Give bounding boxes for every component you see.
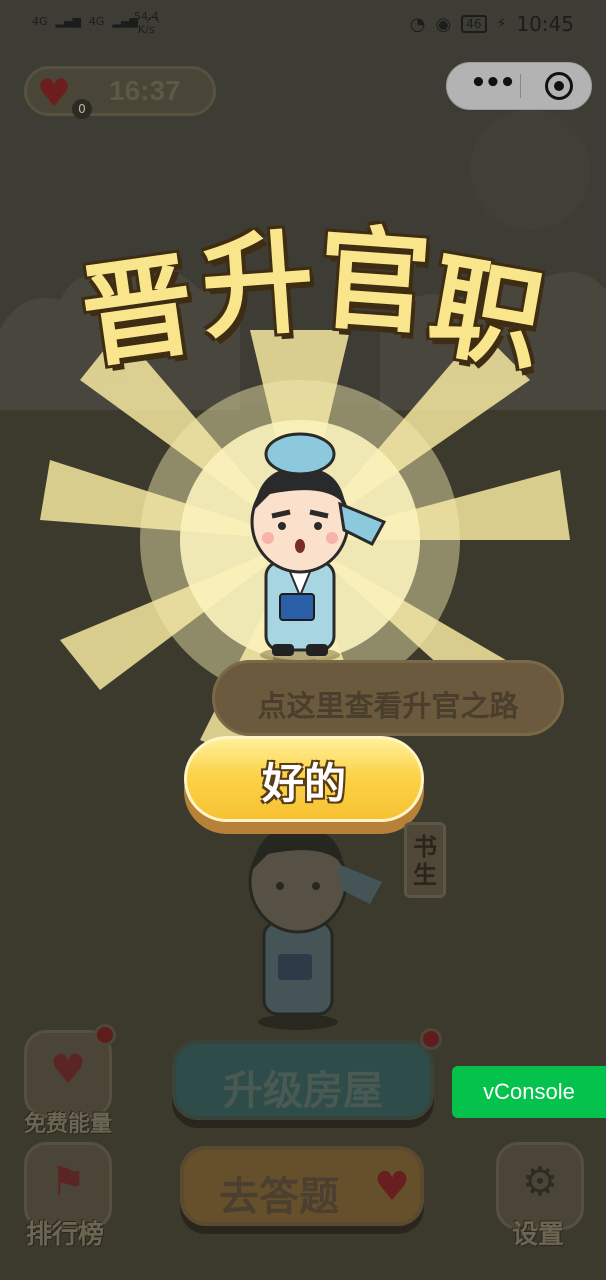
upgrade-house-label: 升级房屋 [223,1068,383,1114]
speed-unit: K/s [137,23,155,36]
notification-dot [420,1028,442,1050]
banner-icon: ⚑ [50,1159,86,1205]
leaderboard-label: 排行榜 [26,1220,105,1250]
energy-bag-icon: ♥ [50,1047,86,1093]
battery-indicator: 46 [461,15,487,33]
promotion-path-hint[interactable]: 点这里查看升官之路 [212,660,564,736]
network-indicator-1: 4G [32,15,48,28]
network-indicator-2: 4G [88,15,105,28]
title-char: 晋 [73,239,203,385]
heart-icon: ♥ [37,71,72,115]
energy-timer: 16:37 [109,75,181,106]
status-bar: 4G ▂▄▆ 4G ▂▄▆ ◠ 54.4 K/s ◔ ◉ 46 ⚡ 10:45 [0,0,606,50]
quiz-label: 去答题 [219,1174,339,1220]
upgrade-house-button[interactable]: 升级房屋 [172,1040,434,1120]
promotion-title: 晋 升 官 职 [60,212,560,388]
speed-value: 54.4 [134,10,159,23]
alarm-icon: ◔ [409,13,426,35]
heart-icon: ♥ [374,1164,410,1210]
eye-icon: ◉ [435,13,452,35]
capsule-divider [520,74,521,98]
rank-char: 书 [413,833,437,861]
rank-tag: 书 生 [404,822,446,898]
rank-label: 书 生 [407,833,443,889]
quiz-button[interactable]: 去答题 ♥ [180,1146,424,1226]
signal-icon: ▂▄▆ [55,15,81,28]
ok-button-label: 好的 [261,759,346,808]
network-speed: 54.4 K/s [134,10,159,36]
hint-text: 点这里查看升官之路 [257,689,519,723]
settings-label: 设置 [512,1220,565,1250]
target-icon[interactable] [545,72,573,100]
vconsole-button[interactable]: vConsole [452,1066,606,1118]
status-right: ◔ ◉ 46 ⚡ 10:45 [410,12,574,36]
gear-icon: ⚙ [522,1159,558,1205]
free-energy-label: 免费能量 [24,1112,113,1137]
notification-dot [94,1024,116,1046]
energy-pill[interactable]: ♥ 0 16:37 [24,66,216,119]
title-char: 职 [419,240,553,388]
clock: 10:45 [516,12,574,36]
rank-char: 生 [413,861,437,889]
ok-button[interactable]: 好的 [184,736,424,834]
miniprogram-capsule: ••• [446,62,592,110]
more-dots-icon[interactable]: ••• [465,63,519,109]
title-char: 官 [313,213,435,351]
title-char: 升 [197,217,319,355]
energy-count: 0 [72,99,92,119]
charging-icon: ⚡ [496,16,507,32]
